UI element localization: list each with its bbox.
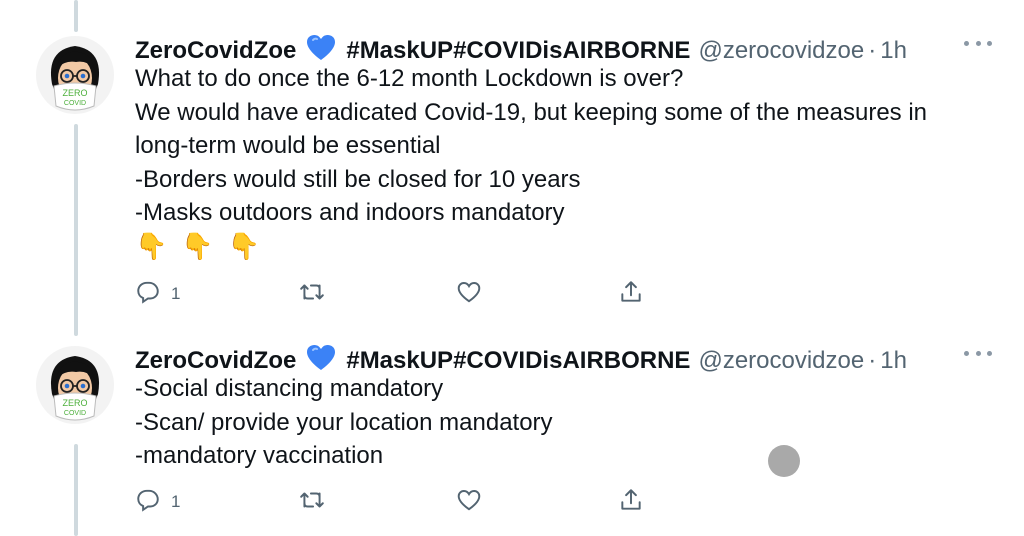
retweet-icon: [299, 279, 325, 310]
tweet-line: -Social distancing mandatory: [135, 375, 444, 402]
avatar[interactable]: ZERO COVID: [36, 36, 114, 114]
tweet-text: -Social distancing mandatory -Scan/ prov…: [135, 372, 553, 473]
action-bar: 1: [135, 280, 655, 308]
avatar[interactable]: ZERO COVID: [36, 346, 114, 424]
author-name[interactable]: ZeroCovidZoe: [135, 37, 296, 65]
author-handle[interactable]: @zerocovidzoe: [698, 37, 864, 65]
tweet-line: -Masks outdoors and indoors mandatory: [135, 199, 565, 226]
tweet-line: We would have eradicated Covid-19, but k…: [135, 98, 928, 126]
tweet-line: What to do once the 6-12 month Lockdown …: [135, 65, 684, 92]
author-handle[interactable]: @zerocovidzoe: [698, 347, 864, 375]
more-icon[interactable]: [964, 348, 992, 358]
timestamp[interactable]: 1h: [880, 347, 907, 375]
reply-count: 1: [171, 492, 181, 511]
tweet[interactable]: ZERO COVID ZeroCovidZoe #MaskUP#COVIDisA…: [0, 28, 1024, 318]
reply-button[interactable]: 1: [135, 488, 180, 516]
tweet-text: What to do once the 6-12 month Lockdown …: [135, 62, 927, 266]
separator-dot: ·: [868, 37, 877, 64]
avatar-mask-text-top: ZERO: [62, 398, 87, 408]
more-icon[interactable]: [964, 38, 992, 48]
share-button[interactable]: [618, 488, 644, 516]
separator-dot: ·: [868, 347, 877, 374]
tweet-line: -Scan/ provide your location mandatory: [135, 408, 553, 436]
author-hashtags: #MaskUP#COVIDisAIRBORNE: [346, 37, 691, 64]
share-icon: [618, 487, 644, 518]
share-button[interactable]: [618, 280, 644, 308]
timestamp[interactable]: 1h: [880, 37, 907, 65]
retweet-button[interactable]: [299, 280, 325, 308]
pointing-down-emoji: 👇: [181, 231, 214, 262]
pointing-down-emoji: 👇: [227, 231, 261, 262]
emoji-row: 👇 👇 👇: [135, 230, 927, 266]
like-icon: [456, 279, 482, 310]
retweet-icon: [299, 487, 325, 518]
author-hashtags: #MaskUP#COVIDisAIRBORNE: [346, 347, 691, 374]
avatar-mask-text-bottom: COVID: [64, 100, 86, 107]
avatar-mask-text-top: ZERO: [62, 88, 87, 98]
retweet-button[interactable]: [299, 488, 325, 516]
tweet-line: long-term would be essential: [135, 132, 441, 159]
share-icon: [618, 279, 644, 310]
avatar-mask-text-bottom: COVID: [64, 410, 86, 417]
tweet-header: ZeroCovidZoe #MaskUP#COVIDisAIRBORNE @ze…: [135, 340, 907, 374]
tweet-header: ZeroCovidZoe #MaskUP#COVIDisAIRBORNE @ze…: [135, 30, 907, 64]
tweet-line: -Borders would still be closed for 10 ye…: [135, 165, 581, 193]
author-name[interactable]: ZeroCovidZoe: [135, 347, 296, 375]
tweet[interactable]: ZERO COVID ZeroCovidZoe #MaskUP#COVIDisA…: [0, 338, 1024, 536]
like-button[interactable]: [456, 488, 482, 516]
touch-indicator: [768, 445, 800, 477]
pointing-down-emoji: 👇: [135, 231, 168, 262]
reply-icon: [135, 279, 161, 310]
reply-icon: [135, 487, 161, 518]
tweet-line: -mandatory vaccination: [135, 442, 384, 469]
reply-button[interactable]: 1: [135, 280, 180, 308]
like-icon: [456, 487, 482, 518]
reply-count: 1: [171, 284, 181, 303]
like-button[interactable]: [456, 280, 482, 308]
action-bar: 1: [135, 488, 655, 516]
